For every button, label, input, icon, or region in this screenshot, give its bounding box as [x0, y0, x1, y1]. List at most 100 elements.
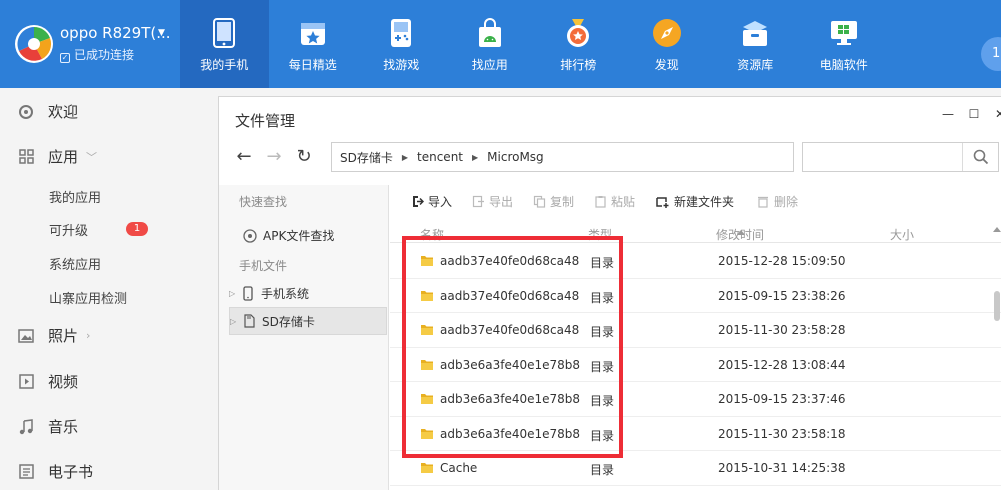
table-row[interactable]: aadb37e40fe0d68ca48 目录 2015-11-30 23:58:…: [390, 313, 1001, 348]
export-button[interactable]: 导出: [471, 193, 513, 210]
nav-resources[interactable]: 资源库: [711, 0, 800, 88]
search-icon[interactable]: [962, 143, 998, 171]
main-nav: 我的手机 每日精选 找游戏 找应用 排行榜 发现 资源库 电脑软件: [180, 0, 888, 88]
sidebar-item-my-apps[interactable]: 我的应用: [49, 187, 101, 206]
nav-find-apps[interactable]: 找应用: [446, 0, 535, 88]
import-button[interactable]: 导入: [410, 193, 452, 210]
minimize-button[interactable]: —: [935, 105, 961, 123]
table-row[interactable]: adb3e6a3fe40e1e78b8 目录 2015-09-15 23:37:…: [390, 382, 1001, 417]
file-modified: 2015-09-15 23:37:46: [718, 392, 846, 406]
connection-status-label: 已成功连接: [74, 48, 135, 62]
file-modified: 2015-12-28 13:08:44: [718, 357, 846, 372]
forward-arrow-icon[interactable]: →: [263, 145, 285, 167]
tree-item-sd-card[interactable]: ▷ SD存储卡: [229, 307, 387, 335]
expand-triangle-icon[interactable]: ▷: [230, 317, 242, 326]
import-icon: [410, 195, 424, 209]
paste-label: 粘贴: [611, 195, 636, 209]
file-manager-window: 文件管理 — ☐ ✕ ← → ↻ SD存储卡 ▶ tencent ▶ Micro…: [218, 96, 1001, 490]
chevron-right-icon: ›: [86, 329, 91, 342]
sidebar-item-music[interactable]: 音乐: [18, 416, 78, 437]
file-type: 目录: [590, 256, 615, 270]
refresh-icon[interactable]: ↻: [293, 145, 315, 167]
copy-icon: [532, 195, 546, 209]
breadcrumb-micromsg[interactable]: MicroMsg: [487, 150, 544, 164]
nav-label: 每日精选: [288, 58, 337, 72]
new-folder-button[interactable]: 新建文件夹: [656, 193, 734, 210]
chevron-down-icon[interactable]: ▼: [158, 28, 165, 38]
column-size-header[interactable]: 大小: [890, 226, 914, 243]
back-arrow-icon[interactable]: ←: [233, 145, 255, 167]
gamepad-icon: [384, 16, 418, 50]
new-folder-label: 新建文件夹: [674, 195, 735, 209]
image-icon: [18, 328, 34, 344]
connection-status: ✓ 已成功连接: [60, 46, 134, 63]
grid-icon: [18, 149, 34, 165]
sidebar-item-photos[interactable]: 照片 ›: [18, 325, 90, 346]
file-type: 目录: [590, 394, 615, 408]
upgrade-count-badge: 1: [126, 222, 148, 236]
apk-find-item[interactable]: APK文件查找: [243, 227, 334, 244]
close-button[interactable]: ✕: [987, 105, 1001, 123]
table-row[interactable]: aadb37e40fe0d68ca48 目录 2015-12-28 15:09:…: [390, 244, 1001, 279]
file-name: Cache: [440, 461, 478, 475]
sidebar-item-fake-app-check[interactable]: 山寨应用检测: [49, 288, 127, 307]
sidebar-item-video[interactable]: 视频: [18, 371, 78, 392]
file-modified: 2015-11-30 23:58:18: [718, 426, 846, 441]
nav-discover[interactable]: 发现: [623, 0, 712, 88]
folder-icon: [421, 394, 433, 404]
nav-daily-picks[interactable]: 每日精选: [269, 0, 358, 88]
sidebar-item-apps[interactable]: 应用 ﹀: [18, 146, 97, 167]
export-label: 导出: [489, 195, 514, 209]
user-avatar[interactable]: 1: [981, 37, 1001, 71]
sidebar-item-upgradable[interactable]: 可升级: [49, 220, 88, 239]
nav-label: 我的手机: [200, 58, 249, 72]
copy-label: 复制: [550, 195, 575, 209]
tree-item-phone-system[interactable]: ▷ 手机系统: [229, 279, 387, 307]
file-modified: 2015-12-28 15:09:50: [718, 254, 846, 268]
music-note-icon: [18, 418, 34, 435]
compass-icon: [650, 16, 684, 50]
table-row[interactable]: Cache 目录 2015-10-31 14:25:38: [390, 451, 1001, 486]
nav-my-phone[interactable]: 我的手机: [180, 0, 269, 88]
table-row[interactable]: adb3e6a3fe40e1e78b8 目录 2015-12-28 13:08:…: [390, 348, 1001, 382]
vertical-scrollbar[interactable]: [993, 223, 1001, 490]
maximize-button[interactable]: ☐: [961, 105, 987, 123]
folder-icon: [421, 359, 433, 370]
column-modified-header[interactable]: 修改时间: [716, 226, 764, 243]
breadcrumb-sd-card[interactable]: SD存储卡: [340, 149, 393, 166]
file-modified: 2015-11-30 23:58:28: [718, 323, 846, 337]
breadcrumb-separator-icon: ▶: [472, 152, 479, 162]
table-row[interactable]: adb3e6a3fe40e1e78b8 目录 2015-11-30 23:58:…: [390, 417, 1001, 451]
copy-button[interactable]: 复制: [532, 193, 574, 210]
scrollbar-thumb[interactable]: [994, 291, 1000, 321]
address-bar[interactable]: SD存储卡 ▶ tencent ▶ MicroMsg: [331, 142, 794, 172]
column-name-header[interactable]: 名称: [420, 226, 444, 243]
sidebar-item-label: 照片: [48, 327, 79, 345]
tree-item-label: SD存储卡: [262, 314, 315, 329]
paste-icon: [593, 195, 607, 209]
column-type-header[interactable]: 类型: [588, 226, 612, 243]
target-icon: [243, 228, 257, 243]
search-input[interactable]: [802, 142, 999, 172]
sidebar-item-system-apps[interactable]: 系统应用: [49, 254, 101, 273]
sidebar-item-welcome[interactable]: 欢迎: [18, 101, 78, 122]
delete-button[interactable]: 删除: [756, 193, 798, 210]
sidebar-item-ebook[interactable]: 电子书: [18, 461, 93, 482]
nav-rankings[interactable]: 排行榜: [534, 0, 623, 88]
scroll-up-icon[interactable]: [993, 227, 1001, 232]
nav-pc-software[interactable]: 电脑软件: [800, 0, 889, 88]
expand-triangle-icon[interactable]: ▷: [229, 289, 241, 298]
file-type: 目录: [590, 290, 615, 305]
apk-find-label: APK文件查找: [263, 229, 335, 243]
nav-find-games[interactable]: 找游戏: [357, 0, 446, 88]
monitor-icon: [827, 16, 861, 50]
medal-icon: [561, 16, 595, 50]
device-name[interactable]: oppo R829T(...: [60, 24, 171, 42]
paste-button[interactable]: 粘贴: [593, 193, 635, 210]
table-row[interactable]: aadb37e40fe0d68ca48 目录 2015-09-15 23:38:…: [390, 279, 1001, 313]
breadcrumb-tencent[interactable]: tencent: [417, 150, 463, 164]
file-name: aadb37e40fe0d68ca48: [440, 254, 580, 268]
nav-label: 排行榜: [560, 58, 597, 72]
folder-icon: [421, 290, 433, 301]
device-panel[interactable]: oppo R829T(... ▼ ✓ 已成功连接: [0, 0, 180, 88]
